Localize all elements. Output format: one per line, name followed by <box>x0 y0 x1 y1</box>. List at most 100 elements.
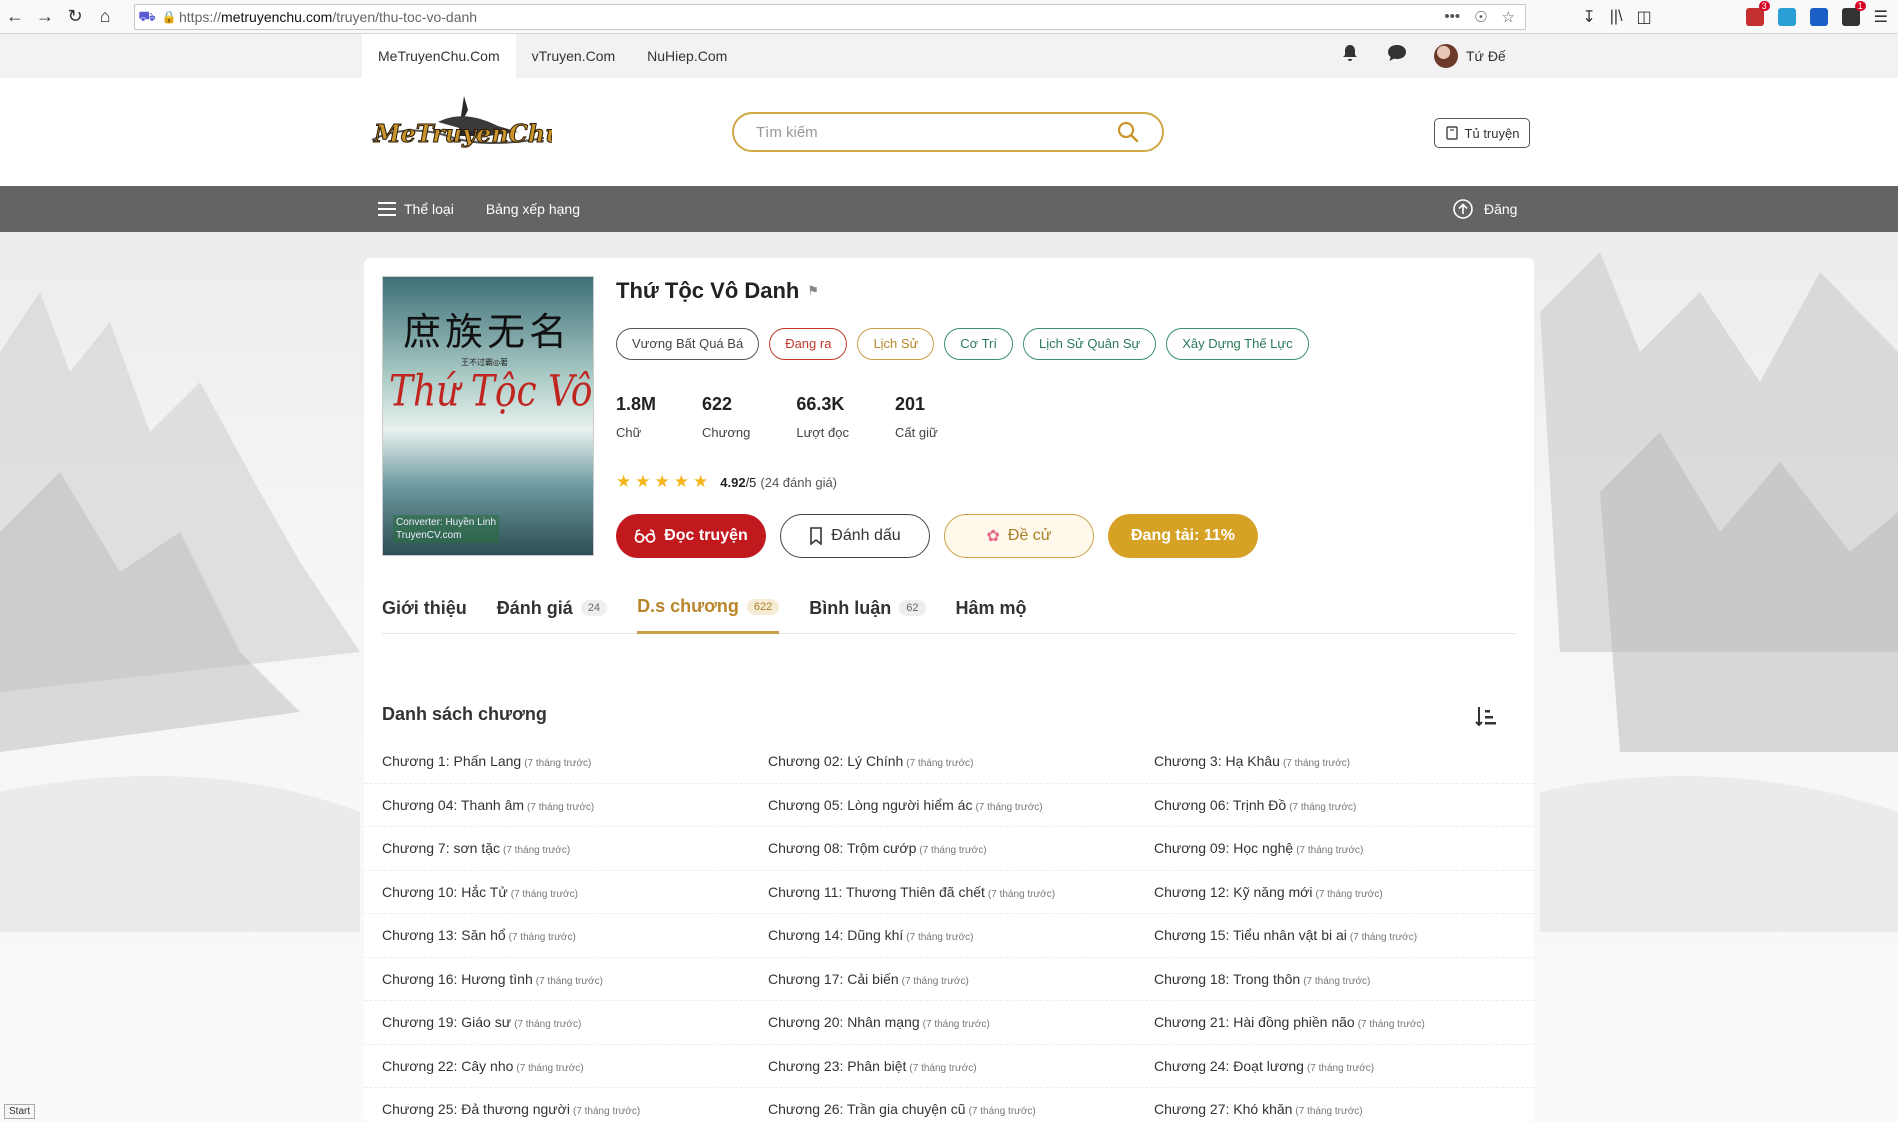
chapter-row: Chương 19: Giáo sư (7 tháng trước) Chương … <box>364 1001 1534 1045</box>
chapter-link[interactable]: Chương 02: Lý Chính (7 tháng trước) <box>750 753 1136 769</box>
genre-tag[interactable]: Lịch Sử <box>857 328 935 360</box>
tab-intro[interactable]: Giới thiệu <box>382 588 467 634</box>
tab-reviews[interactable]: Đánh giá 24 <box>497 588 608 634</box>
stat-saves: 201 Cất giữ <box>895 394 938 440</box>
chapter-title: Chương 15: Tiểu nhân vật bi ai <box>1154 927 1347 944</box>
chapter-link[interactable]: Chương 06: Trịnh Đồ (7 tháng trước) <box>1136 797 1522 813</box>
site-tab-metruyenchu[interactable]: MeTruyenChu.Com <box>362 34 516 78</box>
chapter-link[interactable]: Chương 04: Thanh âm (7 tháng trước) <box>364 797 750 813</box>
tab-count: 622 <box>746 598 780 615</box>
chapter-link[interactable]: Chương 11: Thương Thiên đã chết (7 tháng … <box>750 884 1136 900</box>
chapter-link[interactable]: Chương 13: Săn hổ (7 tháng trước) <box>364 927 750 943</box>
forward-icon[interactable]: → <box>30 2 60 32</box>
download-progress-button[interactable]: Đang tải: 11% <box>1108 514 1258 558</box>
chapter-link[interactable]: Chương 3: Hạ Khâu (7 tháng trước) <box>1136 753 1522 769</box>
site-logo[interactable]: MeTruyenChu <box>368 92 563 162</box>
extension-icon-2[interactable] <box>1777 8 1796 26</box>
report-flag-icon[interactable]: ⚑ <box>807 283 819 299</box>
tag-xay-dung-the-luc[interactable]: Xây Dựng Thế Lực <box>1166 328 1309 360</box>
bookmark-button[interactable]: Đánh dấu <box>780 514 930 558</box>
download-icon[interactable]: ↧ <box>1582 7 1595 27</box>
chapter-title: Chương 3: Hạ Khâu <box>1154 753 1280 770</box>
tab-chapter-list[interactable]: D.s chương 622 <box>637 588 780 634</box>
chapter-link[interactable]: Chương 05: Lòng người hiểm ác (7 tháng tr… <box>750 797 1136 813</box>
url-text[interactable]: https://metruyenchu.com/truyen/thu-toc-v… <box>179 9 1444 25</box>
chapter-link[interactable]: Chương 26: Trần gia chuyện cũ (7 tháng tr… <box>750 1101 1136 1117</box>
lock-icon[interactable]: 🔒 <box>159 10 179 24</box>
upload-link[interactable]: Đăng <box>1452 186 1517 232</box>
chapter-link[interactable]: Chương 10: Hắc Tử (7 tháng trước) <box>364 884 750 900</box>
chapter-row: Chương 7: sơn tặc (7 tháng trước) Chương 0… <box>364 827 1534 871</box>
chapter-link[interactable]: Chương 25: Đả thương người (7 tháng trước… <box>364 1101 750 1117</box>
search-icon[interactable] <box>1116 120 1140 144</box>
bookshelf-label: Tủ truyện <box>1464 125 1520 141</box>
chapter-time: (7 tháng trước) <box>968 1106 1036 1118</box>
chapter-link[interactable]: Chương 12: Kỹ năng mới (7 tháng trước) <box>1136 884 1522 900</box>
user-menu[interactable]: Tứ Đế <box>1434 44 1506 68</box>
url-bar[interactable]: ⛟ 🔒 https://metruyenchu.com/truyen/thu-t… <box>134 4 1526 30</box>
chapter-title: Chương 14: Dũng khí <box>768 927 904 944</box>
sort-icon[interactable] <box>1474 704 1500 730</box>
book-cover[interactable]: 庶族无名 王不过霸◎著 Thứ Tộc Vô Danh Converter: H… <box>382 276 594 556</box>
star-icon: ★ <box>635 472 651 491</box>
chat-icon[interactable] <box>1386 43 1408 69</box>
read-button[interactable]: Đọc truyện <box>616 514 766 558</box>
chapter-link[interactable]: Chương 19: Giáo sư (7 tháng trước) <box>364 1014 750 1030</box>
chapter-link[interactable]: Chương 17: Cải biến (7 tháng trước) <box>750 971 1136 987</box>
chapter-link[interactable]: Chương 22: Cây nho (7 tháng trước) <box>364 1058 750 1074</box>
shield-icon[interactable]: ⛟ <box>135 8 159 27</box>
chapter-link[interactable]: Chương 08: Trộm cướp (7 tháng trước) <box>750 840 1136 856</box>
site-tab-vtruyen[interactable]: vTruyen.Com <box>516 34 632 78</box>
bell-icon[interactable] <box>1340 43 1360 69</box>
chapter-link[interactable]: Chương 09: Học nghệ (7 tháng trước) <box>1136 840 1522 856</box>
site-tab-nuhiep[interactable]: NuHiep.Com <box>631 34 743 78</box>
author-tag[interactable]: Vương Bất Quá Bá <box>616 328 760 360</box>
cover-converter-name: Converter: Huyền Linh <box>396 517 497 528</box>
chapter-time: (7 tháng trước) <box>909 1062 977 1074</box>
chapter-row: Chương 04: Thanh âm (7 tháng trước) Chương… <box>364 784 1534 827</box>
chapter-link[interactable]: Chương 20: Nhân mạng (7 tháng trước) <box>750 1014 1136 1030</box>
extension-icon-4[interactable]: 1 <box>1841 1 1866 26</box>
tab-comments[interactable]: Bình luận 62 <box>809 588 926 634</box>
tab-fans[interactable]: Hâm mộ <box>956 588 1027 634</box>
network-site-strip: MeTruyenChu.Com vTruyen.Com NuHiep.Com T… <box>0 34 1898 78</box>
tag-lich-su-quan-su[interactable]: Lịch Sử Quân Sự <box>1022 328 1157 360</box>
book-title-row: Thứ Tộc Vô Danh ⚑ <box>616 278 819 304</box>
sidebar-icon[interactable]: ◫ <box>1637 7 1652 27</box>
chapter-link[interactable]: Chương 15: Tiểu nhân vật bi ai (7 tháng t… <box>1136 927 1522 943</box>
chapter-link[interactable]: Chương 23: Phân biệt (7 tháng trước) <box>750 1058 1136 1074</box>
avatar[interactable] <box>1434 44 1458 68</box>
chapter-time: (7 tháng trước) <box>1289 801 1357 813</box>
genres-menu[interactable]: Thể loại <box>378 201 454 217</box>
back-icon[interactable]: ← <box>0 2 30 32</box>
chapter-link[interactable]: Chương 27: Khó khăn (7 tháng trước) <box>1136 1101 1522 1117</box>
ranking-link[interactable]: Bảng xếp hạng <box>486 201 580 217</box>
browser-toolbar: ← → ↻ ⌂ ⛟ 🔒 https://metruyenchu.com/truy… <box>0 0 1898 34</box>
chapter-time: (7 tháng trước) <box>1296 845 1364 857</box>
nominate-button[interactable]: ✿ Đề cử <box>944 514 1094 558</box>
chapter-link[interactable]: Chương 14: Dũng khí (7 tháng trước) <box>750 927 1136 943</box>
library-icon[interactable]: ||\ <box>1610 8 1623 26</box>
rating-score: 4.92/5 <box>720 474 757 490</box>
ublock-extension-icon[interactable]: 3 <box>1745 1 1770 26</box>
chapter-link[interactable]: Chương 24: Đoạt lương (7 tháng trước) <box>1136 1058 1522 1074</box>
search-box[interactable] <box>732 112 1164 152</box>
bitwarden-extension-icon[interactable] <box>1809 8 1828 26</box>
bookshelf-button[interactable]: Tủ truyện <box>1434 118 1530 148</box>
chapter-link[interactable]: Chương 1: Phấn Lang (7 tháng trước) <box>364 753 750 769</box>
chapter-title: Chương 06: Trịnh Đồ <box>1154 796 1287 813</box>
chapter-link[interactable]: Chương 16: Hương tình (7 tháng trước) <box>364 971 750 987</box>
menu-icon[interactable]: ☰ <box>1874 7 1888 27</box>
read-label: Đọc truyện <box>664 527 748 544</box>
reload-icon[interactable]: ↻ <box>60 2 90 32</box>
status-tag[interactable]: Đang ra <box>769 328 848 360</box>
chapter-link[interactable]: Chương 21: Hài đồng phiền não (7 tháng tr… <box>1136 1014 1522 1030</box>
pocket-icon[interactable]: ☉ <box>1474 8 1487 26</box>
page-actions-icon[interactable]: ••• <box>1444 8 1460 26</box>
chapter-link[interactable]: Chương 18: Trong thôn (7 tháng trước) <box>1136 971 1522 987</box>
bookmark-star-icon[interactable]: ☆ <box>1502 8 1515 26</box>
tag-co-tri[interactable]: Cơ Trí <box>944 328 1013 360</box>
home-icon[interactable]: ⌂ <box>90 2 120 32</box>
chapter-link[interactable]: Chương 7: sơn tặc (7 tháng trước) <box>364 840 750 856</box>
search-input[interactable] <box>756 123 1116 141</box>
